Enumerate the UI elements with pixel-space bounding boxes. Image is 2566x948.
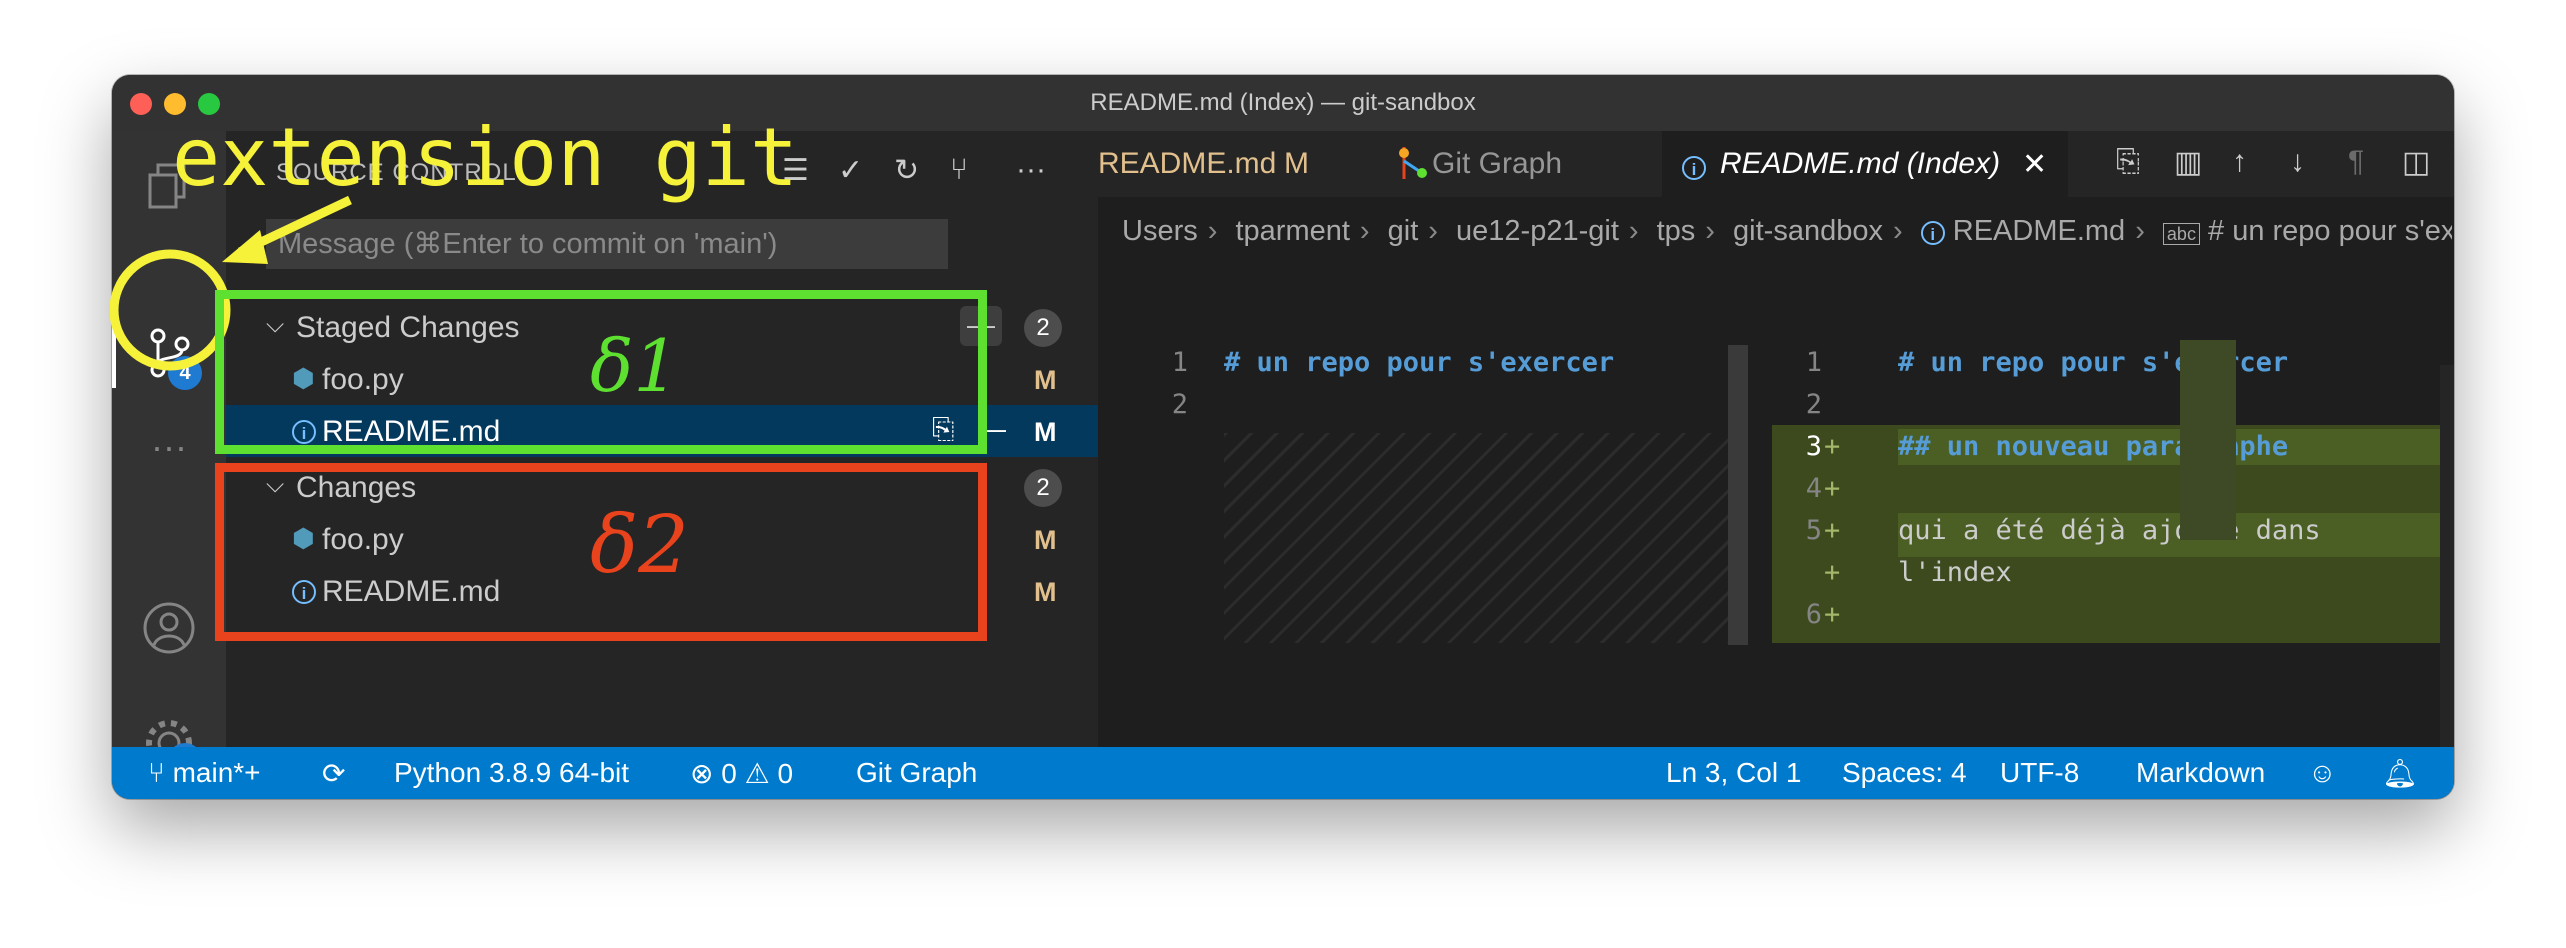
open-file-icon[interactable]: ▥ (2174, 145, 2202, 180)
breadcrumb-item[interactable]: # un repo pour s'exercer (2208, 215, 2452, 247)
warning-icon: ⚠ (744, 758, 770, 789)
diff-empty-region (1224, 433, 1748, 643)
file-status: M (1034, 525, 1057, 555)
scrollbar[interactable] (1728, 345, 1748, 645)
delta2-annotation: δ2 (590, 498, 690, 591)
info-icon: i (1920, 215, 1945, 247)
breadcrumb-item[interactable]: ue12-p21-git (1456, 215, 1619, 247)
code-line: # un repo pour s'exercer (1224, 347, 1615, 378)
breadcrumb-item[interactable]: git (1388, 215, 1419, 247)
python-interpreter[interactable]: Python 3.8.9 64-bit (394, 757, 629, 789)
staged-count-badge: 2 (1024, 309, 1062, 347)
git-graph-status[interactable]: Git Graph (856, 757, 977, 789)
commit-check-icon[interactable]: ✓ (838, 153, 863, 188)
tab-label: README.md (Index) (1720, 147, 2001, 180)
line-number: 1 (1171, 347, 1188, 378)
breadcrumb-item[interactable]: README.md (1953, 215, 2125, 247)
file-status: M (1034, 417, 1057, 447)
feedback-icon[interactable]: ☺ (2308, 757, 2337, 789)
encoding[interactable]: UTF-8 (2000, 757, 2079, 789)
file-status: M (1034, 577, 1057, 607)
breadcrumb-item[interactable]: git-sandbox (1733, 215, 1883, 247)
error-count: 0 (721, 758, 737, 789)
code-line: l'index (1898, 557, 2012, 588)
notifications-icon[interactable]: 🔔︎ (2382, 757, 2418, 790)
git-graph-tab-icon (1396, 145, 1430, 189)
close-tab-icon[interactable]: ✕ (2022, 147, 2047, 182)
previous-change-icon[interactable]: ↑ (2232, 145, 2247, 179)
problems-status[interactable]: ⊗ 0 ⚠ 0 (690, 757, 793, 790)
tab-git-graph[interactable]: Git Graph (1376, 131, 1660, 197)
branch-name: main*+ (172, 757, 261, 788)
diff-plus-marker: + (1824, 599, 1841, 630)
split-editor-icon[interactable]: ◫ (2402, 145, 2430, 180)
breadcrumb: Users › tparment › git › ue12-p21-git › tps ›… (1122, 215, 2452, 248)
overview-ruler (2440, 365, 2454, 747)
breadcrumb-item[interactable]: tparment (1235, 215, 1349, 247)
diff-editor-original[interactable]: 1 # un repo pour s'exercer 2 (1098, 265, 1762, 747)
info-icon: i (1682, 149, 1706, 183)
breadcrumb-item[interactable]: tps (1657, 215, 1696, 247)
breadcrumb-item[interactable]: Users (1122, 215, 1198, 247)
line-number: 5 (1805, 515, 1822, 546)
line-number: 4 (1805, 473, 1822, 504)
diff-plus-marker: + (1824, 515, 1841, 546)
code-line: qui a été déjà ajouté dans (1898, 515, 2321, 546)
cursor-position[interactable]: Ln 3, Col 1 (1666, 757, 1801, 789)
sync-icon[interactable]: ⟳ (322, 757, 345, 790)
language-mode[interactable]: Markdown (2136, 757, 2265, 789)
line-number: 3 (1805, 431, 1822, 462)
changes-count-badge: 2 (1024, 469, 1062, 507)
diff-plus-marker: + (1824, 431, 1841, 462)
tab-label: Git Graph (1432, 147, 1563, 180)
line-number: 6 (1805, 599, 1822, 630)
branch-status[interactable]: ⑂ main*+ (148, 757, 261, 789)
account-icon[interactable] (142, 601, 196, 655)
error-icon: ⊗ (690, 758, 714, 789)
tab-readme-modified[interactable]: README.md M (1098, 131, 1374, 197)
next-change-icon[interactable]: ↓ (2290, 145, 2305, 179)
more-actions-icon[interactable]: ··· (1016, 153, 1046, 187)
tab-modified-badge: M (1284, 147, 1309, 180)
more-icon[interactable]: ··· (142, 426, 196, 480)
git-graph-icon[interactable]: ⑂ (950, 153, 968, 187)
line-number: 2 (1171, 389, 1188, 420)
diff-plus-marker: + (1824, 557, 1841, 588)
tab-label: README.md (1098, 147, 1277, 180)
line-number: 2 (1805, 389, 1822, 420)
open-changes-icon[interactable]: ⎘ (2116, 145, 2140, 179)
minimap[interactable] (2180, 340, 2236, 540)
tab-readme-index[interactable]: i README.md (Index) ✕ (1662, 131, 2068, 197)
refresh-icon[interactable]: ↻ (894, 153, 919, 188)
diff-plus-marker: + (1824, 473, 1841, 504)
indentation[interactable]: Spaces: 4 (1842, 757, 1967, 789)
file-status: M (1034, 365, 1057, 395)
abc-icon: abc (2162, 223, 2200, 245)
status-bar: ⑂ main*+ ⟳ Python 3.8.9 64-bit ⊗ 0 ⚠ 0 G… (112, 747, 2454, 799)
delta1-annotation: δ1 (590, 324, 680, 408)
line-number: 1 (1805, 347, 1822, 378)
whitespace-icon[interactable]: ¶ (2348, 145, 2364, 179)
diff-editor-modified[interactable]: 1 # un repo pour s'exercer 2 3 + ## un n… (1772, 265, 2454, 747)
warning-count: 0 (777, 758, 794, 789)
editor-tab-bar: README.md M Git Graph i README.md (Index… (1098, 131, 2454, 197)
